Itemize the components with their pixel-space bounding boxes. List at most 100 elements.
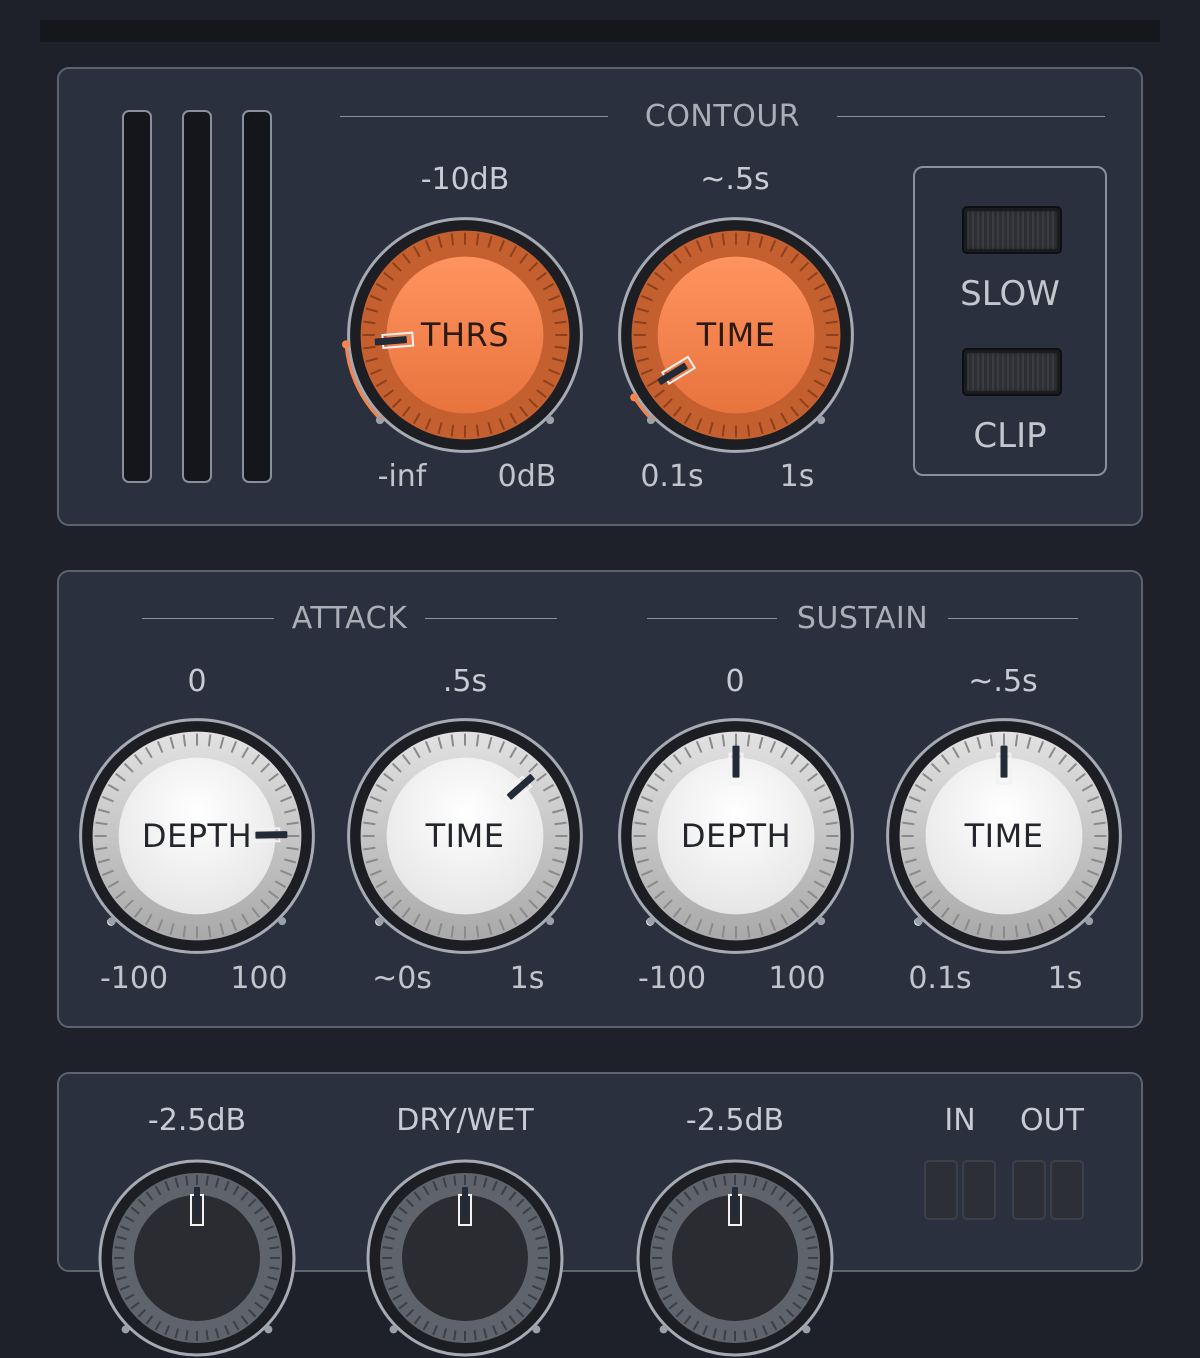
knob-tick (185, 1175, 189, 1186)
knob-arc-dot (630, 393, 639, 402)
knob-tick (473, 1330, 477, 1341)
level-meter-3 (242, 110, 272, 483)
knob-end-marker (375, 917, 384, 926)
sustain-time-knob[interactable]: TIME (884, 716, 1124, 956)
attack-time-min-label: ~0s (372, 961, 432, 996)
level-meter-2 (182, 110, 212, 483)
dry-wet-knob-graphic (366, 1159, 564, 1357)
sustain-depth-knob[interactable]: DEPTH (616, 716, 856, 956)
knob-end-marker (375, 416, 384, 425)
knob-end-marker (1085, 917, 1094, 926)
knob-pointer-bar (732, 1187, 738, 1219)
knob-pointer-bar (255, 831, 288, 839)
clip-label: CLIP (973, 416, 1047, 456)
threshold-value: -10dB (420, 162, 510, 197)
knob-tick (807, 1266, 818, 1270)
knob-tick (185, 1330, 189, 1341)
input-gain-knob[interactable] (97, 1158, 297, 1358)
knob-cap (386, 757, 544, 915)
slow-label: SLOW (960, 274, 1060, 314)
dry-wet-knob[interactable] (365, 1158, 565, 1358)
knob-tick (537, 1246, 548, 1250)
out-meter-left (1012, 1160, 1046, 1220)
sustain-time-min-label: 0.1s (908, 961, 972, 996)
knob-end-marker (659, 1325, 668, 1334)
threshold-min-label: -inf (377, 459, 427, 494)
attack-time-max-label: 1s (509, 961, 545, 996)
out-meter-right (1050, 1160, 1084, 1220)
contour-time-knob-graphic (618, 217, 854, 453)
knob-tick (114, 1246, 125, 1250)
attack-depth-knob[interactable]: DEPTH (77, 716, 317, 956)
knob-tick (743, 1330, 747, 1341)
knob-tick (382, 1266, 393, 1270)
attack-depth-min-label: -100 (99, 961, 169, 996)
knob-pointer-bar (732, 745, 740, 778)
sustain-depth-max-label: 100 (768, 961, 826, 996)
knob-end-marker (278, 917, 287, 926)
contour-title: CONTOUR (644, 99, 801, 134)
knob-cap (925, 757, 1083, 915)
knob-end-marker (121, 1325, 130, 1334)
knob-tick (723, 1330, 727, 1341)
knob-tick (205, 1330, 209, 1341)
knob-cap (118, 757, 276, 915)
clip-toggle[interactable] (962, 348, 1062, 396)
input-gain-knob-graphic (98, 1159, 296, 1357)
sustain-time-max-label: 1s (1047, 961, 1083, 996)
sustain-time-value: ~.5s (968, 664, 1038, 699)
knob-tick (537, 1266, 548, 1270)
mode-button-group: SLOW CLIP (913, 166, 1107, 476)
knob-tick (382, 1246, 393, 1250)
sustain-depth-knob-graphic (618, 718, 854, 954)
output-gain-knob-graphic (636, 1159, 834, 1357)
attack-depth-value: 0 (187, 664, 207, 699)
contour-time-min-label: 0.1s (640, 459, 704, 494)
knob-cap (657, 757, 815, 915)
knob-tick (652, 1246, 663, 1250)
knob-tick (205, 1175, 209, 1186)
level-meter-1 (122, 110, 152, 483)
knob-cap (657, 256, 815, 414)
knob-end-marker (817, 917, 826, 926)
slow-toggle[interactable] (962, 206, 1062, 254)
attack-time-value: .5s (442, 664, 488, 699)
sustain-time-knob-graphic (886, 718, 1122, 954)
knob-tick (453, 1330, 457, 1341)
attack-time-knob[interactable]: TIME (345, 716, 585, 956)
contour-time-knob[interactable]: TIME (616, 215, 856, 455)
top-bar (40, 20, 1160, 42)
attack-section-title: ATTACK (142, 599, 557, 639)
threshold-knob-graphic (341, 217, 583, 453)
knob-tick (743, 1175, 747, 1186)
knob-tick (269, 1266, 280, 1270)
attack-depth-knob-graphic (79, 718, 315, 954)
out-meter-label: OUT (1020, 1103, 1084, 1138)
threshold-knob[interactable]: THRS (341, 215, 585, 455)
knob-tick (114, 1266, 125, 1270)
knob-tick (807, 1246, 818, 1250)
knob-end-marker (389, 1325, 398, 1334)
knob-tick (652, 1266, 663, 1270)
contour-section-title: CONTOUR (340, 97, 1105, 137)
sustain-title: SUSTAIN (796, 601, 929, 636)
input-gain-value: -2.5dB (147, 1103, 247, 1138)
knob-end-marker (107, 917, 116, 926)
knob-cap (386, 256, 544, 414)
knob-pointer-bar (462, 1187, 468, 1219)
in-meter-label: IN (944, 1103, 976, 1138)
dry-wet-label: DRY/WET (396, 1103, 534, 1138)
knob-end-marker (546, 917, 555, 926)
knob-end-marker (646, 416, 655, 425)
knob-pointer-bar (1000, 745, 1008, 778)
knob-end-marker (532, 1325, 541, 1334)
knob-arc-dot (341, 340, 350, 349)
contour-time-value: ~.5s (700, 162, 770, 197)
in-meter-left (924, 1160, 958, 1220)
contour-time-max-label: 1s (779, 459, 815, 494)
knob-tick (453, 1175, 457, 1186)
output-gain-knob[interactable] (635, 1158, 835, 1358)
knob-end-marker (914, 917, 923, 926)
knob-end-marker (264, 1325, 273, 1334)
attack-time-knob-graphic (347, 718, 583, 954)
